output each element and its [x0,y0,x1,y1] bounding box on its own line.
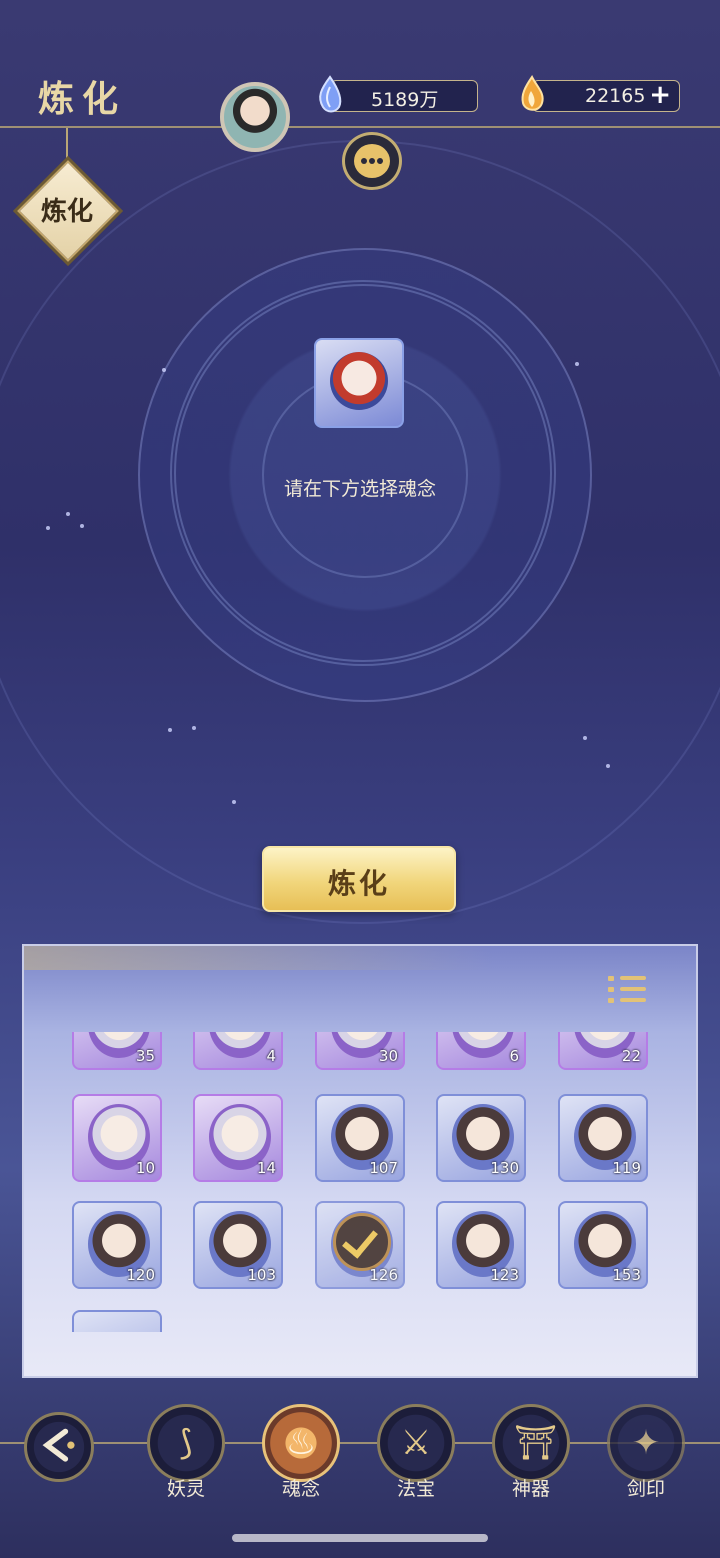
star [162,368,166,372]
target-portrait [330,352,388,410]
soul-portrait [452,1032,514,1058]
ember-value: 22165 [585,85,646,107]
soul-level: 14 [256,1159,276,1177]
soul-tile[interactable]: 10 [72,1094,162,1182]
soul-tile[interactable]: 119 [558,1094,648,1182]
soul-flame-icon: ♨ [285,1423,317,1463]
spirit-crystal-value: 5189万 [371,89,439,111]
soul-tile[interactable] [72,1310,162,1332]
soul-tile[interactable]: 35 [72,1032,162,1070]
soul-portrait [209,1032,271,1058]
nav-sword-seal[interactable]: ✦ [607,1404,685,1482]
nav-soul-active[interactable]: ♨ [262,1404,340,1482]
refine-button-label: 炼化 [327,867,390,900]
soul-tile[interactable]: 123 [436,1201,526,1289]
soul-level: 123 [490,1266,519,1284]
soul-tile-selected[interactable]: 126 [315,1201,405,1289]
soul-grid: 35 4 30 6 22 10 14 107 130 119 120 103 1… [72,1032,652,1332]
soul-tile[interactable]: 22 [558,1032,648,1070]
star [80,524,84,528]
star [192,726,196,730]
nav-label-treasure: 法宝 [396,1478,435,1500]
nav-artifact[interactable]: ⛩ [492,1404,570,1482]
soul-level: 6 [509,1047,519,1065]
resource-ember: 22165 + [521,75,680,112]
altar-prompt: 请在下方选择魂念 [283,478,436,500]
chat-bubble-icon [354,144,390,178]
soul-level: 30 [378,1047,398,1065]
refine-button[interactable]: 炼化 [262,846,456,912]
soul-tile[interactable]: 30 [315,1032,405,1070]
soul-level: 130 [490,1159,519,1177]
sword-seal-icon: ✦ [631,1423,661,1463]
star [232,800,236,804]
add-ember-button[interactable]: + [649,80,671,110]
star [583,736,587,740]
soul-tile[interactable]: 130 [436,1094,526,1182]
star [575,362,579,366]
soul-level: 126 [369,1266,398,1284]
soul-level: 22 [621,1047,641,1065]
soul-tile[interactable]: 107 [315,1094,405,1182]
player-avatar[interactable] [220,82,290,152]
soul-tile[interactable]: 103 [193,1201,283,1289]
soul-level: 35 [135,1047,155,1065]
side-tag: 炼化 [17,160,119,262]
star [168,728,172,732]
soul-level: 4 [266,1047,276,1065]
panel-decoration [24,946,696,970]
back-button[interactable] [24,1412,94,1482]
resource-spirit-crystal: 5189万 [319,75,478,113]
soul-tile[interactable]: 153 [558,1201,648,1289]
artifact-pagoda-icon: ⛩ [514,1423,558,1463]
nav-label-artifact: 神器 [511,1478,550,1500]
back-arrow-icon [42,1428,75,1462]
soul-level: 120 [126,1266,155,1284]
soul-level: 107 [369,1159,398,1177]
list-sort-icon[interactable] [608,974,648,1006]
soul-level: 10 [135,1159,155,1177]
top-divider [0,126,720,128]
star [66,512,70,516]
page-title: 炼化 [38,78,127,120]
nav-magic-treasure[interactable]: ⚔ [377,1404,455,1482]
refine-target-slot[interactable] [314,338,404,428]
nav-label-soul: 魂念 [281,1478,320,1500]
home-indicator [232,1534,488,1542]
soul-tile[interactable]: 14 [193,1094,283,1182]
fox-spirit-icon: ⟆ [179,1423,193,1463]
nav-label-sword-seal: 剑印 [626,1478,665,1500]
ember-icon [521,75,544,111]
soul-level: 119 [612,1159,641,1177]
star [606,764,610,768]
soul-level: 103 [247,1266,276,1284]
soul-level: 153 [612,1266,641,1284]
soul-tile[interactable]: 6 [436,1032,526,1070]
selected-check-icon [333,1213,391,1271]
nav-fox-spirit[interactable]: ⟆ [147,1404,225,1482]
spirit-crystal-icon [319,75,342,113]
nav-label-fox-spirit: 妖灵 [166,1478,205,1500]
soul-inventory-panel: 35 4 30 6 22 10 14 107 130 119 120 103 1… [22,944,698,1378]
star [46,526,50,530]
side-tag-label: 炼化 [40,197,93,227]
chat-button[interactable] [342,132,402,190]
magic-treasure-icon: ⚔ [400,1423,432,1463]
soul-tile[interactable]: 4 [193,1032,283,1070]
soul-tile[interactable]: 120 [72,1201,162,1289]
